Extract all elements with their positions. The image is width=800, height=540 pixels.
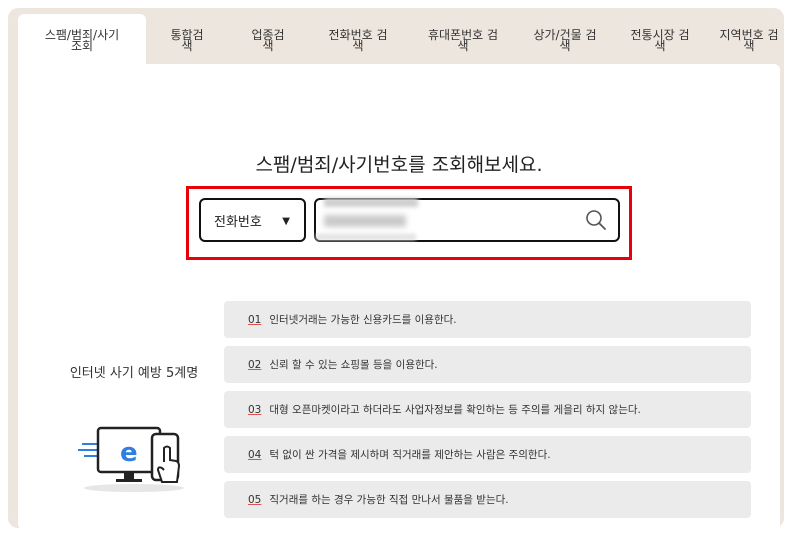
list-item: 04 턱 없이 싼 가격을 제시하며 직거래를 제안하는 사람은 주의한다. [224,436,751,473]
tab-label: 업종검색 [251,28,285,53]
tip-text: 신뢰 할 수 있는 쇼핑몰 등을 이용한다. [269,359,438,371]
tip-number: 03 [248,403,262,416]
phone-number-input[interactable] [314,198,620,242]
tip-text: 턱 없이 싼 가격을 제시하며 직거래를 제안하는 사람은 주의한다. [269,449,551,461]
illustration-letter: e [120,438,138,468]
tip-number: 05 [248,493,262,506]
list-item: 02 신뢰 할 수 있는 쇼핑몰 등을 이용한다. [224,346,751,383]
redacted-text [316,234,416,240]
tip-number: 04 [248,448,262,461]
list-item: 03 대형 오픈마켓이라고 하더라도 사업자정보를 확인하는 등 주의를 게을리 … [224,391,751,428]
tip-text: 인터넷거래는 가능한 신용카드를 이용한다. [269,314,457,326]
caret-down-icon: ▼ [282,216,290,227]
tip-number: 01 [248,313,262,326]
redacted-text [324,215,406,227]
redacted-text [324,198,418,207]
tab-label: 휴대폰번호 검색 [427,28,499,53]
tab-label: 전화번호 검색 [328,28,388,53]
content-panel: 스팸/범죄/사기번호를 조회해보세요. 전화번호 ▼ 인터넷 사기 예방 5계명 [18,64,780,530]
tip-text: 대형 오픈마켓이라고 하더라도 사업자정보를 확인하는 등 주의를 게을리 하지… [269,404,641,416]
search-type-select[interactable]: 전화번호 ▼ [199,198,306,242]
tab-label: 스팸/범죄/사기 조회 [44,28,120,53]
select-value: 전화번호 [214,214,262,230]
search-headline: 스팸/범죄/사기번호를 조회해보세요. [255,154,543,176]
search-icon[interactable] [584,208,608,232]
online-shopping-illustration: e [78,426,184,492]
content-frame: 스팸/범죄/사기 조회 통합검색 업종검색 전화번호 검색 휴대폰번호 검색 상… [8,8,784,530]
tab-label: 전통시장 검색 [630,28,690,53]
prevention-tips-list: 01 인터넷거래는 가능한 신용카드를 이용한다. 02 신뢰 할 수 있는 쇼핑몰… [224,301,751,526]
tab-label: 통합검색 [170,28,204,53]
tab-label: 지역번호 검색 [719,28,779,53]
list-item: 01 인터넷거래는 가능한 신용카드를 이용한다. [224,301,751,338]
tip-text: 직거래를 하는 경우 가능한 직접 만나서 물품을 받는다. [269,494,509,506]
tab-label: 상가/건물 검색 [533,28,597,53]
list-item: 05 직거래를 하는 경우 가능한 직접 만나서 물품을 받는다. [224,481,751,518]
prevention-heading: 인터넷 사기 예방 5계명 [69,366,199,381]
tip-number: 02 [248,358,262,371]
